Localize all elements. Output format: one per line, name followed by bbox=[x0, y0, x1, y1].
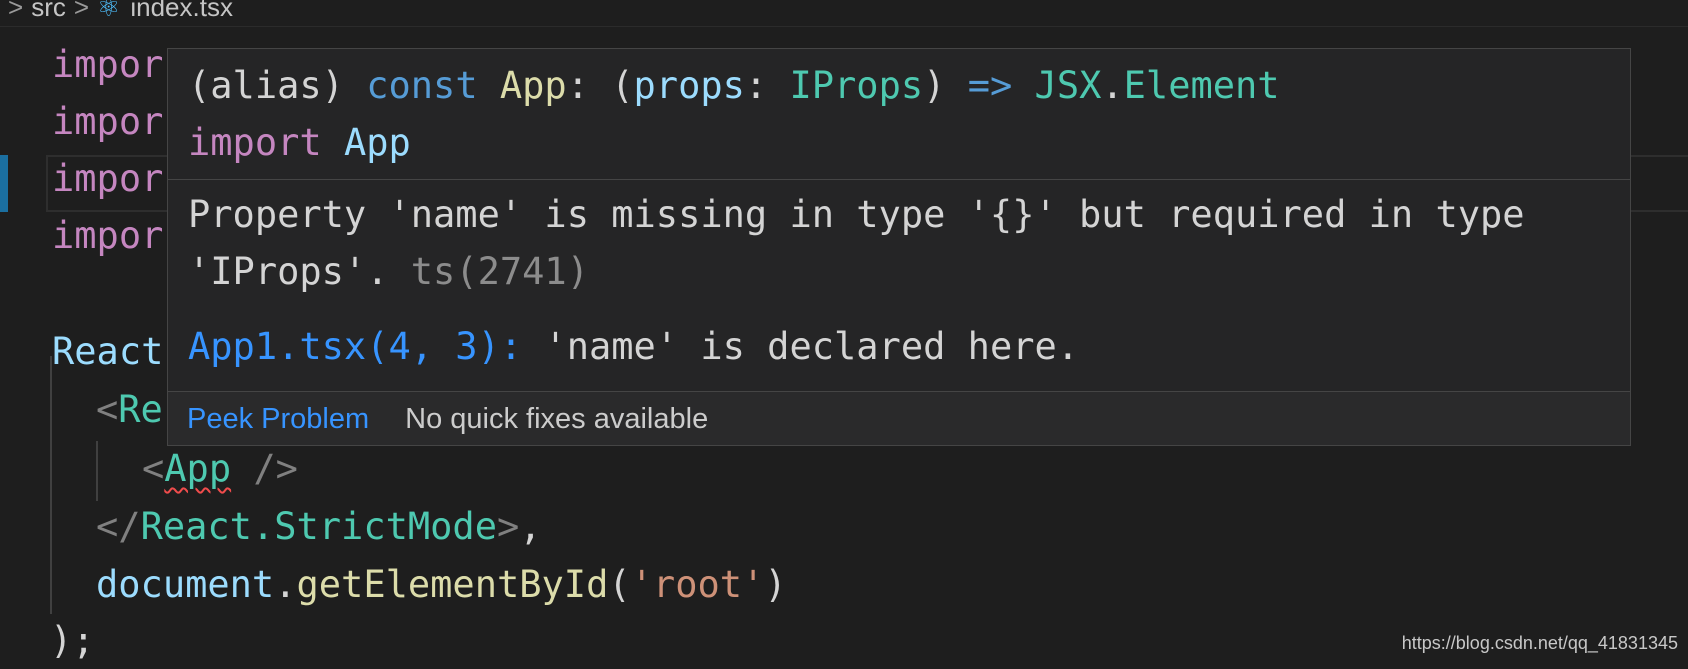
punctuation: ) bbox=[764, 563, 787, 606]
modified-line-indicator bbox=[0, 155, 8, 212]
code-line-4: impor bbox=[52, 207, 163, 264]
code-line-3: impor bbox=[52, 150, 163, 207]
identifier: React bbox=[52, 330, 164, 373]
breadcrumb-file[interactable]: index.tsx bbox=[130, 0, 233, 22]
breadcrumb-separator: > bbox=[73, 0, 90, 22]
watermark: https://blog.csdn.net/qq_41831345 bbox=[1401, 633, 1678, 653]
error-text: Property 'name' is missing in type '{}' … bbox=[188, 193, 1547, 293]
identifier: document bbox=[96, 563, 275, 606]
code-line-6: React bbox=[52, 323, 163, 380]
punctuation: ( bbox=[608, 563, 631, 606]
code-editor[interactable]: > src > ⚛ index.tsx impor impor impor impor … bbox=[0, 0, 1688, 668]
indent-guide bbox=[50, 356, 52, 614]
hover-signature: (alias) const App: (props: IProps) => JS… bbox=[168, 49, 1630, 171]
tag-bracket: /> bbox=[231, 447, 298, 490]
sig-keyword: const bbox=[366, 64, 500, 107]
sig-arrow: => bbox=[967, 64, 1013, 107]
punctuation: , bbox=[519, 505, 542, 548]
error-message: Property 'name' is missing in type '{}' … bbox=[168, 180, 1630, 300]
sig-punctuation: ) bbox=[923, 64, 968, 107]
keyword: impor bbox=[52, 43, 164, 86]
hover-widget: (alias) const App: (props: IProps) => JS… bbox=[167, 48, 1631, 446]
indent-guide bbox=[96, 441, 98, 501]
keyword: impor bbox=[52, 100, 164, 143]
string-literal: 'root' bbox=[630, 563, 765, 606]
code-line-7: <Re bbox=[96, 381, 163, 438]
breadcrumb-folder[interactable]: src bbox=[31, 0, 66, 22]
error-code: ts(2741) bbox=[410, 250, 589, 293]
sig-type: IProps bbox=[789, 64, 924, 107]
code-line-2: impor bbox=[52, 93, 163, 150]
breadcrumb: > src > ⚛ index.tsx bbox=[0, 0, 1688, 27]
sig-import-name: App bbox=[343, 121, 411, 164]
tag-bracket: < bbox=[96, 388, 119, 431]
code-line-8: <App /> bbox=[142, 440, 298, 497]
hover-status-bar: Peek Problem No quick fixes available bbox=[168, 391, 1630, 445]
code-line-10: document.getElementById('root') bbox=[96, 556, 787, 613]
sig-alias: (alias) bbox=[188, 64, 367, 107]
sig-import-keyword: import bbox=[188, 121, 344, 164]
related-location-link[interactable]: App1.tsx(4, 3): bbox=[188, 325, 544, 368]
related-info: App1.tsx(4, 3): 'name' is declared here. bbox=[168, 300, 1630, 375]
punctuation: . bbox=[274, 563, 297, 606]
code-line-1: impor bbox=[52, 36, 163, 93]
tag-bracket: > bbox=[496, 505, 520, 548]
keyword: impor bbox=[52, 214, 164, 257]
peek-problem-link[interactable]: Peek Problem bbox=[187, 403, 369, 435]
sig-punctuation: : ( bbox=[566, 64, 634, 107]
breadcrumb-separator: > bbox=[8, 0, 24, 22]
component-name: Re bbox=[118, 388, 163, 431]
code-line-9: </React.StrictMode>, bbox=[96, 498, 542, 555]
sig-name: App bbox=[499, 64, 567, 107]
tag-bracket: </ bbox=[96, 505, 141, 548]
sig-param: props bbox=[633, 64, 745, 107]
tag-bracket: < bbox=[142, 447, 165, 490]
punctuation: ); bbox=[50, 619, 95, 662]
sig-punctuation: : bbox=[744, 64, 790, 107]
error-squiggle-component[interactable]: App bbox=[164, 447, 231, 490]
code-line-11: ); bbox=[50, 612, 95, 669]
sig-punctuation: . bbox=[1101, 64, 1124, 107]
sig-namespace: JSX bbox=[1034, 64, 1102, 107]
method-name: getElementById bbox=[296, 563, 609, 606]
react-icon: ⚛ bbox=[97, 0, 121, 22]
sig-type: Element bbox=[1123, 64, 1280, 107]
no-quick-fixes-label: No quick fixes available bbox=[405, 403, 709, 435]
sig-space bbox=[1012, 64, 1034, 107]
related-text: 'name' is declared here. bbox=[544, 325, 1080, 368]
keyword: impor bbox=[52, 157, 164, 200]
component-name: React.StrictMode bbox=[140, 505, 497, 548]
